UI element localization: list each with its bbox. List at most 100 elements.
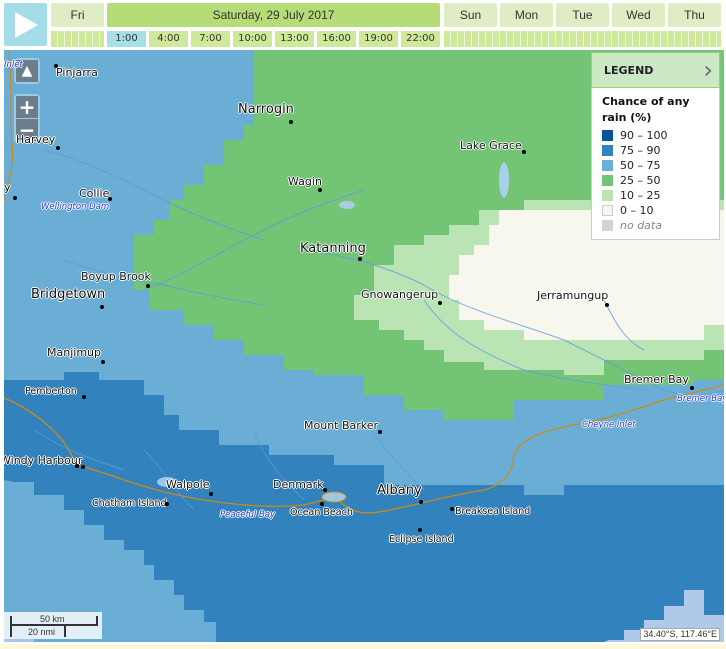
place-katanning: Katanning	[300, 241, 366, 256]
later-days-hour-ticks[interactable]	[444, 31, 721, 47]
place-dot	[605, 303, 609, 307]
day-tab-fri[interactable]: Fri	[51, 3, 104, 27]
hour-10-00[interactable]: 10:00	[233, 31, 272, 47]
place-dot	[320, 502, 324, 506]
place-narrogin: Narrogin	[238, 102, 294, 117]
legend-header-label: LEGEND	[604, 64, 654, 77]
place-dot	[54, 64, 58, 68]
day-tab-thu[interactable]: Thu	[668, 3, 721, 27]
legend-item: 90 – 100	[602, 128, 709, 143]
place-dot	[75, 464, 79, 468]
water-label-wellington-dam: Wellington Dam	[41, 202, 110, 212]
place-dot	[13, 196, 17, 200]
hour-13-00[interactable]: 13:00	[275, 31, 314, 47]
scale-bar: 50 km 20 nmi	[4, 612, 102, 639]
place-dot	[450, 507, 454, 511]
place-windy-harbour: Windy Harbour	[4, 454, 83, 467]
lake-denmark	[321, 491, 347, 503]
place-denmark: Denmark	[273, 478, 324, 491]
place-gnowangerup: Gnowangerup	[361, 288, 439, 301]
fri-hour-ticks[interactable]	[51, 31, 104, 47]
legend-body: Chance of any rain (%) 90 – 100 75 – 90 …	[591, 88, 720, 240]
hour-22-00[interactable]: 22:00	[401, 31, 440, 47]
hour-4-00[interactable]: 4:00	[149, 31, 188, 47]
day-tab-sun[interactable]: Sun	[444, 3, 497, 27]
water-label-inlet: Inlet	[4, 60, 23, 70]
place-dot	[358, 257, 362, 261]
legend-item-label: 10 – 25	[620, 189, 661, 202]
place-pinjarra: Pinjarra	[56, 66, 98, 79]
place-wagin: Wagin	[288, 175, 322, 188]
place-dot	[318, 188, 322, 192]
legend-item-label: 75 – 90	[620, 144, 661, 157]
hour-19-00[interactable]: 19:00	[359, 31, 398, 47]
rain-chance-map[interactable]: ▲ + − Inlet Pinjarra Harvey y Collie Wel…	[4, 50, 724, 642]
place-dot	[323, 488, 327, 492]
place-harvey: Harvey	[16, 133, 56, 146]
hour-1-00[interactable]: 1:00	[107, 31, 146, 47]
place-dot	[146, 284, 150, 288]
place-dot	[209, 492, 213, 496]
bottom-strip	[0, 644, 726, 649]
legend-item: 75 – 90	[602, 143, 709, 158]
legend-panel: LEGEND › Chance of any rain (%) 90 – 100…	[591, 52, 720, 240]
play-button[interactable]	[4, 3, 47, 46]
place-dot	[108, 197, 112, 201]
place-jerramungup: Jerramungup	[537, 289, 609, 302]
legend-item: no data	[602, 218, 709, 233]
hour-7-00[interactable]: 7:00	[191, 31, 230, 47]
place-partial-west: y	[4, 181, 11, 194]
place-eclipse-island: Eclipse Island	[389, 534, 454, 545]
legend-title: Chance of any rain (%)	[602, 95, 690, 124]
place-mount-barker: Mount Barker	[304, 419, 379, 432]
legend-item: 25 – 50	[602, 173, 709, 188]
legend-item-label: no data	[620, 219, 662, 232]
day-tab-wed[interactable]: Wed	[612, 3, 665, 27]
place-dot	[438, 301, 442, 305]
place-chatham-island: Chatham Island	[92, 498, 167, 509]
legend-swatch	[602, 220, 613, 231]
chevron-right-icon[interactable]: ›	[703, 56, 713, 84]
place-dot	[289, 120, 293, 124]
place-bridgetown: Bridgetown	[31, 287, 106, 302]
place-dot	[419, 500, 423, 504]
zoom-in-button[interactable]: +	[16, 96, 38, 118]
place-pemberton: Pemberton	[25, 386, 77, 397]
legend-swatch	[602, 160, 613, 171]
place-dot	[101, 360, 105, 364]
timeline-bar: Fri Saturday, 29 July 2017 Sun Mon Tue W…	[0, 0, 726, 50]
place-dot	[81, 465, 85, 469]
place-dot	[522, 150, 526, 154]
legend-item-label: 90 – 100	[620, 129, 668, 142]
legend-item-label: 0 – 10	[620, 204, 654, 217]
legend-item: 10 – 25	[602, 188, 709, 203]
lake-grace-lake	[499, 162, 509, 198]
place-collie: Collie	[79, 187, 110, 200]
place-breaksea-island: Breaksea Island	[455, 506, 531, 517]
place-albany: Albany	[377, 483, 422, 498]
play-icon	[15, 12, 38, 38]
place-lake-grace: Lake Grace	[460, 139, 522, 152]
day-tab-mon[interactable]: Mon	[500, 3, 553, 27]
water-label-peaceful-bay: Peaceful Bay	[220, 510, 275, 520]
day-tab-tue[interactable]: Tue	[556, 3, 609, 27]
place-manjimup: Manjimup	[47, 346, 101, 359]
place-dot	[100, 305, 104, 309]
legend-swatch	[602, 175, 613, 186]
legend-header[interactable]: LEGEND ›	[591, 52, 720, 88]
legend-item-label: 25 – 50	[620, 174, 661, 187]
place-bremer-bay: Bremer Bay	[624, 373, 689, 386]
place-dot	[690, 386, 694, 390]
cursor-coordinates: 34.40°S, 117.46°E	[640, 628, 720, 641]
legend-swatch	[602, 130, 613, 141]
place-dot	[165, 502, 169, 506]
place-boyup-brook: Boyup Brook	[81, 270, 151, 283]
scale-nmi-label: 20 nmi	[28, 627, 56, 637]
place-dot	[378, 430, 382, 434]
legend-item: 50 – 75	[602, 158, 709, 173]
legend-item-label: 50 – 75	[620, 159, 661, 172]
water-label-cheyne-inlet: Cheyne Inlet	[582, 420, 636, 430]
day-tab-saturday[interactable]: Saturday, 29 July 2017	[107, 3, 440, 27]
hour-16-00[interactable]: 16:00	[317, 31, 356, 47]
place-ocean-beach: Ocean Beach	[290, 507, 353, 518]
